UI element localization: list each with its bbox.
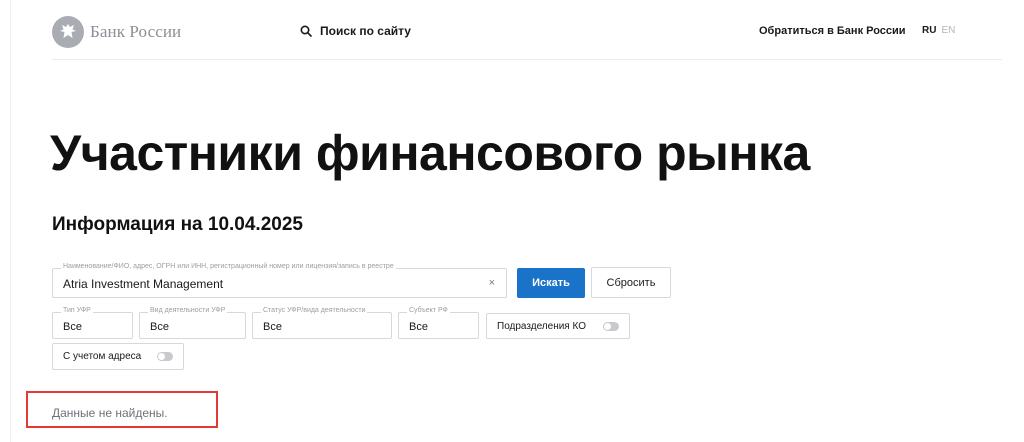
lang-ru[interactable]: RU xyxy=(922,25,936,36)
filter-type-select[interactable]: Тип УФР Все xyxy=(52,307,133,339)
address-toggle-label: С учетом адреса xyxy=(63,351,142,362)
info-date: Информация на 10.04.2025 xyxy=(52,214,303,235)
branches-switch[interactable] xyxy=(603,322,619,331)
contact-bank-link[interactable]: Обратиться в Банк России xyxy=(759,25,906,37)
site-search-link[interactable]: Поиск по сайту xyxy=(300,24,411,38)
filter-region-select[interactable]: Субъект РФ Все xyxy=(398,307,479,339)
main-search-input[interactable]: Наименование/ФИО, адрес, ОГРН или ИНН, р… xyxy=(52,263,507,298)
filter-region-legend: Субъект РФ xyxy=(407,307,450,314)
site-header: Банк России Поиск по сайту Обратиться в … xyxy=(52,0,1002,60)
filter-activity-value: Все xyxy=(150,321,169,333)
filter-type-legend: Тип УФР xyxy=(61,307,93,314)
logo-text: Банк России xyxy=(90,22,182,41)
page-title: Участники финансового рынка xyxy=(50,125,810,181)
branches-toggle-label: Подразделения КО xyxy=(497,320,586,332)
page-edge-line xyxy=(10,0,11,442)
language-switcher: RU EN xyxy=(922,25,955,36)
filter-status-legend: Статус УФР/вида деятельности xyxy=(261,307,368,314)
switch-knob xyxy=(604,323,611,330)
header-divider xyxy=(52,59,1002,60)
filter-activity-legend: Вид деятельности УФР xyxy=(148,307,228,314)
logo[interactable]: Банк России xyxy=(52,16,181,48)
filter-activity-select[interactable]: Вид деятельности УФР Все xyxy=(139,307,246,339)
switch-knob xyxy=(158,353,165,360)
reset-button[interactable]: Сбросить xyxy=(591,267,671,298)
main-search-value: Atria Investment Management xyxy=(63,277,224,291)
branches-toggle[interactable]: Подразделения КО xyxy=(486,313,630,339)
filter-status-select[interactable]: Статус УФР/вида деятельности Все xyxy=(252,307,392,339)
no-results-message: Данные не найдены. xyxy=(52,406,168,420)
search-icon xyxy=(300,25,312,37)
lang-en[interactable]: EN xyxy=(941,25,955,36)
address-toggle[interactable]: С учетом адреса xyxy=(52,343,184,370)
filter-region-value: Все xyxy=(409,321,428,333)
filter-status-value: Все xyxy=(263,321,282,333)
eagle-emblem-icon xyxy=(52,16,84,48)
filter-type-value: Все xyxy=(63,321,82,333)
clear-icon[interactable]: × xyxy=(489,277,495,289)
address-switch[interactable] xyxy=(157,352,173,361)
search-button[interactable]: Искать xyxy=(517,268,585,298)
site-search-label: Поиск по сайту xyxy=(320,24,411,38)
main-search-legend: Наименование/ФИО, адрес, ОГРН или ИНН, р… xyxy=(61,263,396,270)
